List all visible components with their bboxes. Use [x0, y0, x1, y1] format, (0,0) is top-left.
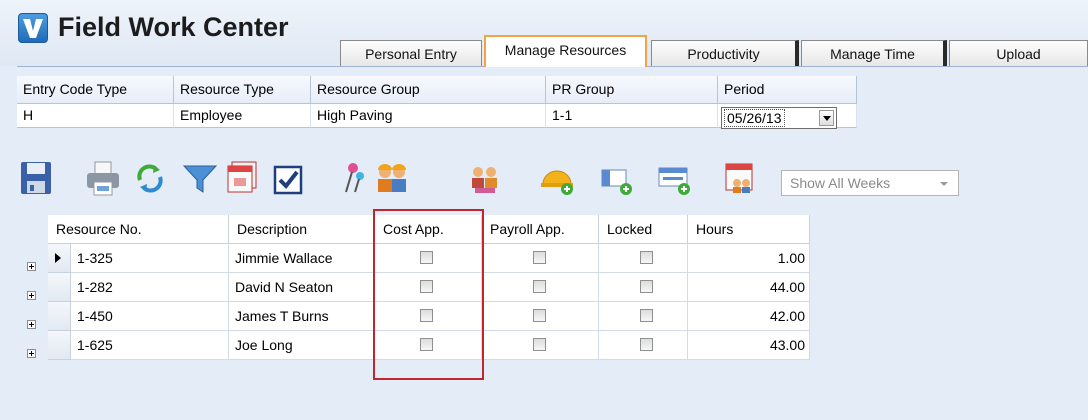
- checkmark-icon[interactable]: [268, 158, 308, 198]
- cell-cost-app: [375, 244, 482, 273]
- period-value: 05/26/13: [724, 109, 785, 127]
- tab-manage-resources[interactable]: Manage Resources: [484, 35, 647, 67]
- tab-productivity[interactable]: Productivity: [651, 40, 799, 67]
- current-row-arrow-icon: [55, 253, 61, 263]
- cell-cost-app: [375, 302, 482, 331]
- col-cost-app[interactable]: Cost App.: [375, 215, 482, 244]
- workers-icon[interactable]: [372, 158, 412, 198]
- show-weeks-dropdown[interactable]: Show All Weeks: [781, 170, 959, 196]
- cell-resource-no[interactable]: 1-282: [71, 273, 229, 302]
- cell-description[interactable]: Jimmie Wallace: [229, 244, 375, 273]
- save-icon[interactable]: [17, 158, 57, 198]
- cell-locked: [599, 331, 688, 360]
- app-title: Field Work Center: [58, 12, 289, 42]
- cell-payroll-app: [482, 331, 599, 360]
- header-resource-type: Resource Type: [174, 76, 311, 104]
- header-entry-code-type: Entry Code Type: [17, 76, 174, 104]
- filter-icon[interactable]: [180, 158, 220, 198]
- calendar-workers-icon[interactable]: [720, 158, 760, 198]
- cell-hours[interactable]: 1.00: [688, 244, 810, 273]
- col-description[interactable]: Description: [229, 215, 375, 244]
- cell-hours[interactable]: 43.00: [688, 331, 810, 360]
- col-payroll-app[interactable]: Payroll App.: [482, 215, 599, 244]
- locked-checkbox[interactable]: [640, 309, 653, 322]
- col-hours[interactable]: Hours: [688, 215, 810, 244]
- payroll-app-checkbox[interactable]: [533, 309, 546, 322]
- locked-checkbox[interactable]: [640, 280, 653, 293]
- print-icon[interactable]: [83, 158, 123, 198]
- period-dropdown[interactable]: 05/26/13: [721, 107, 837, 129]
- pr-group-field[interactable]: 1-1: [546, 104, 718, 128]
- cost-app-checkbox[interactable]: [420, 309, 433, 322]
- pushpin-icon[interactable]: [333, 158, 373, 198]
- add-column-icon[interactable]: [596, 158, 636, 198]
- cost-app-checkbox[interactable]: [420, 338, 433, 351]
- payroll-app-checkbox[interactable]: [533, 280, 546, 293]
- payroll-app-checkbox[interactable]: [533, 338, 546, 351]
- tab-personal-entry[interactable]: Personal Entry: [340, 40, 482, 67]
- expand-row-icon[interactable]: [27, 291, 36, 300]
- cell-locked: [599, 302, 688, 331]
- expand-row-icon[interactable]: [27, 349, 36, 358]
- locked-checkbox[interactable]: [640, 338, 653, 351]
- tab-upload[interactable]: Upload: [949, 40, 1088, 67]
- row-selector[interactable]: [48, 244, 71, 273]
- chevron-down-icon: [940, 182, 948, 186]
- locked-checkbox[interactable]: [640, 251, 653, 264]
- team-icon[interactable]: [465, 158, 505, 198]
- tab-manage-time[interactable]: Manage Time: [801, 40, 947, 67]
- cost-app-checkbox[interactable]: [420, 280, 433, 293]
- cell-payroll-app: [482, 273, 599, 302]
- cell-hours[interactable]: 42.00: [688, 302, 810, 331]
- payroll-app-checkbox[interactable]: [533, 251, 546, 264]
- col-locked[interactable]: Locked: [599, 215, 688, 244]
- cell-payroll-app: [482, 302, 599, 331]
- expand-row-icon[interactable]: [27, 262, 36, 271]
- cell-locked: [599, 273, 688, 302]
- add-hardhat-icon[interactable]: [537, 158, 577, 198]
- col-resource-no[interactable]: Resource No.: [48, 215, 229, 244]
- chevron-down-icon[interactable]: [819, 110, 834, 126]
- refresh-icon[interactable]: [130, 158, 170, 198]
- header-period: Period: [718, 76, 857, 104]
- header-resource-group: Resource Group: [311, 76, 546, 104]
- cell-resource-no[interactable]: 1-325: [71, 244, 229, 273]
- app-logo-icon: [18, 13, 48, 43]
- cell-resource-no[interactable]: 1-450: [71, 302, 229, 331]
- row-selector[interactable]: [48, 331, 71, 360]
- cell-locked: [599, 244, 688, 273]
- cell-cost-app: [375, 331, 482, 360]
- cell-description[interactable]: Joe Long: [229, 331, 375, 360]
- cell-description[interactable]: David N Seaton: [229, 273, 375, 302]
- cell-payroll-app: [482, 244, 599, 273]
- row-selector[interactable]: [48, 302, 71, 331]
- add-row-icon[interactable]: [654, 158, 694, 198]
- cell-hours[interactable]: 44.00: [688, 273, 810, 302]
- row-selector[interactable]: [48, 273, 71, 302]
- header-pr-group: PR Group: [546, 76, 718, 104]
- cell-cost-app: [375, 273, 482, 302]
- resource-group-field[interactable]: High Paving: [311, 104, 546, 128]
- resource-type-field[interactable]: Employee: [174, 104, 311, 128]
- cost-app-checkbox[interactable]: [420, 251, 433, 264]
- show-weeks-label: Show All Weeks: [790, 175, 891, 191]
- calendar-stack-icon[interactable]: [222, 158, 262, 198]
- cell-description[interactable]: James T Burns: [229, 302, 375, 331]
- cell-resource-no[interactable]: 1-625: [71, 331, 229, 360]
- expand-row-icon[interactable]: [27, 320, 36, 329]
- entry-code-type-field[interactable]: H: [17, 104, 174, 128]
